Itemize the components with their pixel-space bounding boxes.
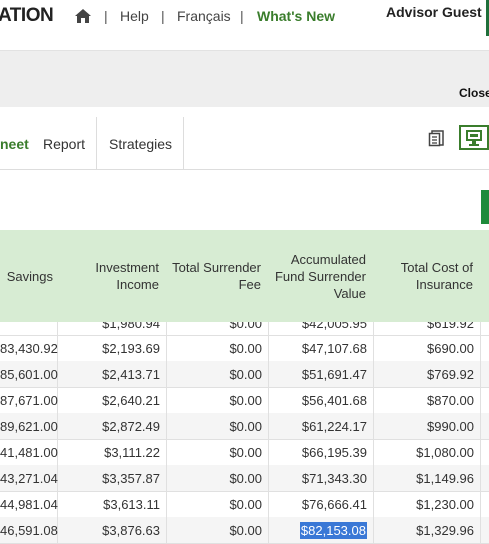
table-cell: $0.00 [167, 439, 269, 465]
side-panel-tab[interactable] [481, 190, 489, 224]
header-total-surrender-fee: Total Surrender Fee [172, 260, 261, 292]
header-accumulated-fund-surrender-value: Accumulated Fund Surrender Value [274, 251, 366, 301]
tab-report[interactable]: Report [32, 117, 98, 169]
table-cell: $3,876.63 [58, 517, 167, 543]
table-cell [481, 387, 489, 413]
table-row: 87,671.00 $2,640.21 $0.00 $56,401.68 $87… [0, 387, 489, 414]
table-cell: $990.00 [374, 413, 481, 439]
whats-new-link[interactable]: What's New [257, 8, 335, 24]
table-cell: 41,481.00 [0, 439, 58, 465]
home-icon[interactable] [74, 8, 92, 24]
user-menu[interactable]: Advisor Guest [386, 4, 482, 20]
table-cell: $0.00 [167, 465, 269, 491]
header-total-cost-of-insurance: Total Cost of Insurance [400, 260, 473, 292]
table-cell: $3,111.22 [58, 439, 167, 465]
nav-separator: | [104, 8, 108, 24]
document-icon[interactable] [428, 129, 446, 147]
panel-header [0, 50, 489, 108]
table-row: 83,430.92 $2,193.69 $0.00 $47,107.68 $69… [0, 335, 489, 362]
table-cell: $0.00 [167, 322, 269, 335]
table-cell: $71,343.30 [269, 465, 374, 491]
francais-link[interactable]: Français [177, 8, 231, 24]
monitor-icon [466, 130, 482, 146]
table-cell: $42,005.95 [269, 322, 374, 335]
table-row: 89,621.00 $2,872.49 $0.00 $61,224.17 $99… [0, 413, 489, 440]
table-cell: $3,357.87 [58, 465, 167, 491]
header-savings: Savings [6, 268, 53, 284]
table-row: 85,601.00 $2,413.71 $0.00 $51,691.47 $76… [0, 361, 489, 388]
help-link[interactable]: Help [120, 8, 149, 24]
table-cell: 46,591.08 [0, 517, 58, 543]
table-cell [481, 517, 489, 543]
header-investment-income: Investment Income [95, 260, 159, 292]
table-cell [481, 322, 489, 335]
table-cell: $76,666.41 [269, 491, 374, 517]
table-cell: $61,224.17 [269, 413, 374, 439]
table-header: Savings Investment Income Total Surrende… [0, 230, 489, 322]
table-cell: $2,640.21 [58, 387, 167, 413]
table-cell: $0.00 [167, 335, 269, 361]
table-cell: $0.00 [167, 413, 269, 439]
table-cell: $0.00 [167, 387, 269, 413]
table-cell-selected[interactable]: $82,153.08 [269, 517, 374, 543]
table-cell: 89,621.00 [0, 413, 58, 439]
table-cell: $769.92 [374, 361, 481, 387]
table-row: 43,271.04 $3,357.87 $0.00 $71,343.30 $1,… [0, 465, 489, 492]
table-cell [0, 322, 58, 335]
table-cell: $2,413.71 [58, 361, 167, 387]
nav-separator: | [240, 8, 244, 24]
brand-logo-text: ATION [0, 5, 54, 26]
table-cell [481, 335, 489, 361]
table-row: $1,980.94 $0.00 $42,005.95 $619.92 [0, 322, 489, 336]
top-navigation-bar: ATION | Help | Français | What's New Adv… [0, 0, 489, 50]
table-cell: $2,193.69 [58, 335, 167, 361]
table-cell: $0.00 [167, 517, 269, 543]
table-row: 46,591.08 $3,876.63 $0.00 $82,153.08 $1,… [0, 517, 489, 544]
table-cell: $0.00 [167, 491, 269, 517]
table-cell: 83,430.92 [0, 335, 58, 361]
table-cell: $0.00 [167, 361, 269, 387]
table-cell: 43,271.04 [0, 465, 58, 491]
tabs-row: neet Report Strategies [0, 107, 489, 170]
table-cell: $56,401.68 [269, 387, 374, 413]
table-cell: $870.00 [374, 387, 481, 413]
table-cell: $2,872.49 [58, 413, 167, 439]
table-cell [481, 491, 489, 517]
table-cell: 85,601.00 [0, 361, 58, 387]
table-cell [481, 413, 489, 439]
table-cell: $66,195.39 [269, 439, 374, 465]
table-cell: $690.00 [374, 335, 481, 361]
table-cell: $47,107.68 [269, 335, 374, 361]
table-cell: $1,080.00 [374, 439, 481, 465]
table-cell: $51,691.47 [269, 361, 374, 387]
close-button[interactable]: Close [459, 86, 489, 100]
table-cell: $1,329.96 [374, 517, 481, 543]
table-cell [481, 465, 489, 491]
selected-text: $82,153.08 [299, 522, 367, 539]
table-cell [481, 361, 489, 387]
table-cell: $619.92 [374, 322, 481, 335]
table-cell: $1,230.00 [374, 491, 481, 517]
nav-separator: | [161, 8, 165, 24]
table-cell [481, 439, 489, 465]
tab-strategies[interactable]: Strategies [98, 117, 185, 169]
table-row: 41,481.00 $3,111.22 $0.00 $66,195.39 $1,… [0, 439, 489, 466]
table-cell: 87,671.00 [0, 387, 58, 413]
table-cell: $3,613.11 [58, 491, 167, 517]
monitor-view-button[interactable] [459, 125, 489, 150]
table-cell: 44,981.04 [0, 491, 58, 517]
table-cell: $1,980.94 [58, 322, 167, 335]
table-row: 44,981.04 $3,613.11 $0.00 $76,666.41 $1,… [0, 491, 489, 518]
table-cell: $1,149.96 [374, 465, 481, 491]
